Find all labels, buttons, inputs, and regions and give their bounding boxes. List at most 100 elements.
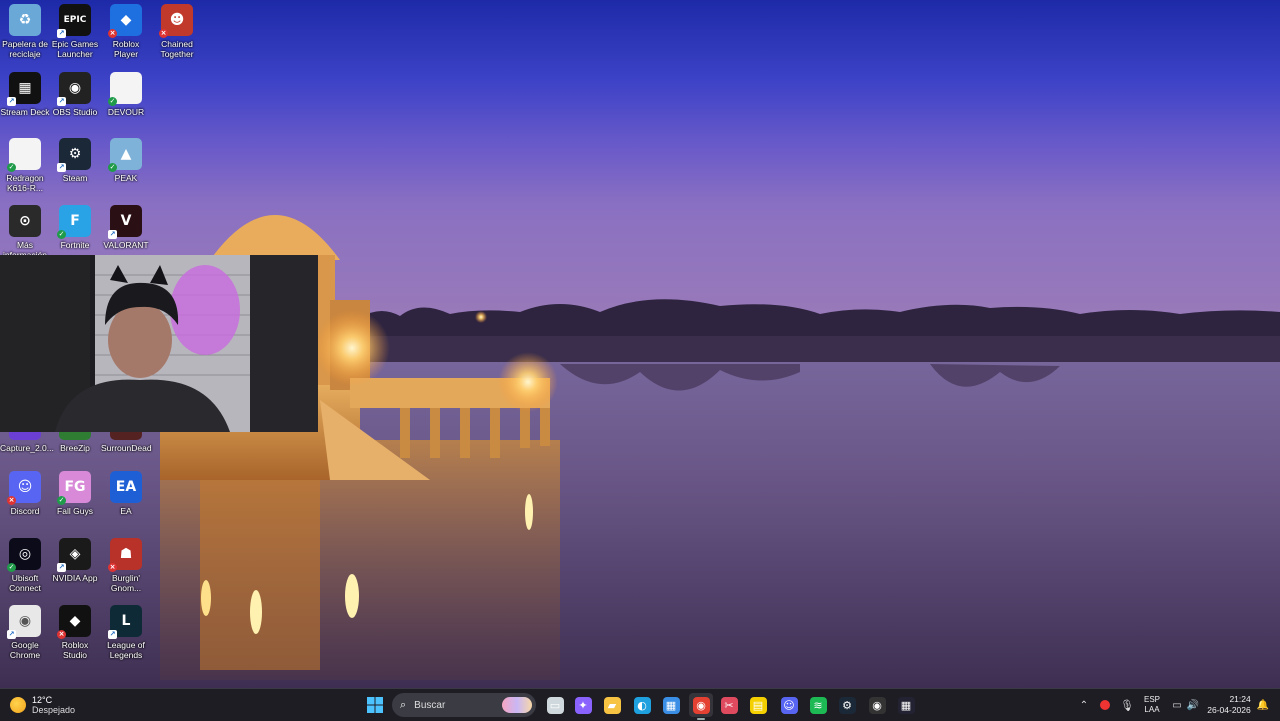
clock-date: 26-04-2026 (1207, 705, 1251, 715)
desktop-icon-google-chrome[interactable]: ◉ ↗ Google Chrome (0, 605, 50, 660)
obs-taskbar-button[interactable]: ◉ (865, 693, 889, 717)
weather-temperature: 12°C (32, 695, 53, 705)
weather-widget[interactable]: 12°C Despejado (10, 692, 75, 718)
desktop-icon-label: Stream Deck (0, 107, 50, 117)
nvidia-app-icon: ◈ ↗ (57, 538, 91, 572)
store-taskbar-button[interactable]: ▦ (659, 693, 683, 717)
discord-taskbar-button[interactable]: ☺ (777, 693, 801, 717)
sticky-notes-icon: ▤ (749, 696, 767, 714)
network-icon[interactable]: ▭ (1170, 693, 1184, 717)
desktop-icon-roblox-studio[interactable]: ◆ × Roblox Studio (50, 605, 100, 660)
desktop-icon-league-of-legends[interactable]: L ↗ League of Legends (101, 605, 151, 660)
task-view-icon: ▭ (546, 696, 564, 714)
discord-icon: ☺ × (7, 471, 41, 505)
search-highlight-icon (502, 697, 532, 713)
shortcut-arrow-icon: ↗ (57, 29, 66, 38)
show-hidden-icons-chevron-icon[interactable]: ⌃ (1076, 693, 1092, 717)
weather-condition: Despejado (32, 705, 76, 715)
league-of-legends-icon: L ↗ (108, 605, 142, 639)
fortnite-icon: F ✓ (57, 205, 91, 239)
language-switcher[interactable]: ESP LAA (1140, 693, 1164, 717)
desktop-icon-label: Roblox Player (112, 39, 140, 59)
desktop-icon-epic-games-launcher[interactable]: EPIC ↗ Epic Games Launcher (50, 4, 100, 59)
desktop-icon-roblox-player[interactable]: ◆ × Roblox Player (101, 4, 151, 59)
chrome-taskbar-button[interactable]: ◉ (689, 693, 713, 720)
desktop-icon-label: Epic Games Launcher (51, 39, 99, 59)
stream-deck-taskbar-button[interactable]: ▦ (894, 693, 918, 717)
desktop-icon-chained-together[interactable]: ☻ × Chained Together (152, 4, 202, 59)
epic-games-launcher-icon: EPIC ↗ (57, 4, 91, 38)
notifications-bell-icon[interactable]: 🔔 (1256, 693, 1270, 717)
steam-taskbar-button[interactable]: ⚙ (835, 693, 859, 717)
shortcut-arrow-icon: ↗ (57, 163, 66, 172)
shortcut-arrow-icon: ↗ (7, 97, 16, 106)
shortcut-arrow-icon: ↗ (7, 630, 16, 639)
desktop-icon-stream-deck[interactable]: ▦ ↗ Stream Deck (0, 72, 50, 117)
peak-icon: ▲ ✓ (108, 138, 142, 172)
sync-ok-icon: ✓ (108, 97, 117, 106)
tray-app-icon[interactable] (1097, 693, 1113, 717)
desktop-icon-fortnite[interactable]: F ✓ Fortnite (50, 205, 100, 250)
desktop-icon-discord[interactable]: ☺ × Discord (0, 471, 50, 516)
shortcut-arrow-icon: ↗ (108, 630, 117, 639)
desktop-icon-label: EA (120, 506, 132, 516)
google-chrome-icon: ◉ ↗ (7, 605, 41, 639)
desktop-icon-ubisoft-connect[interactable]: ◎ ✓ Ubisoft Connect (0, 538, 50, 593)
desktop-icon-label: NVIDIA App (52, 573, 98, 583)
sync-error-icon: × (57, 630, 66, 639)
desktop-icon-devour[interactable]: ✓ DEVOUR (101, 72, 151, 117)
sync-error-icon: × (7, 496, 16, 505)
sync-error-icon: × (159, 29, 168, 38)
desktop-icon-label: DEVOUR (107, 107, 145, 117)
desktop-icon-mas-informacion[interactable]: ⊙Más información (0, 205, 50, 260)
mas-informacion-icon: ⊙ (9, 205, 41, 237)
desktop-icon-valorant[interactable]: V ↗ VALORANT (101, 205, 151, 250)
edge-taskbar-button[interactable]: ◐ (630, 693, 654, 717)
task-view-taskbar-button[interactable]: ▭ (543, 693, 567, 717)
start-button[interactable] (363, 693, 387, 717)
desktop-icon-peak[interactable]: ▲ ✓ PEAK (101, 138, 151, 183)
recycle-bin-icon: ♻ (9, 4, 41, 36)
steam-icon: ⚙ (838, 696, 856, 714)
desktop-icon-steam[interactable]: ⚙ ↗ Steam (50, 138, 100, 183)
chrome-icon: ◉ (692, 696, 710, 714)
obs-icon: ◉ (868, 696, 886, 714)
desktop-icon-ea[interactable]: EA EA (101, 471, 151, 516)
taskbar: 12°C Despejado ⌕ Buscar ▭ ✦ ▰ ◐ ▦ ◉ ✂ ▤ ☺ ≋ ⚙ ◉ ▦ ⌃ … (0, 688, 1280, 721)
shortcut-arrow-icon: ↗ (57, 97, 66, 106)
desktop-icon-label: Burglin' Gnom... (110, 573, 142, 593)
desktop-icon-label: SurrounDead (101, 443, 152, 453)
volume-icon[interactable]: 🔊 (1186, 693, 1200, 717)
stream-deck-icon: ▦ (897, 696, 915, 714)
steam-icon: ⚙ ↗ (57, 138, 91, 172)
desktop-icon-recycle-bin[interactable]: ♻ Papelera de reciclaje (0, 4, 50, 59)
shortcut-arrow-icon: ↗ (108, 230, 117, 239)
language-code: ESP (1143, 695, 1160, 704)
copilot-taskbar-button[interactable]: ✦ (571, 693, 595, 717)
sticky-notes-taskbar-button[interactable]: ▤ (746, 693, 770, 717)
desktop-icon-burglin-gnomes[interactable]: ☗ × Burglin' Gnom... (101, 538, 151, 593)
ubisoft-connect-icon: ◎ ✓ (7, 538, 41, 572)
roblox-player-icon: ◆ × (108, 4, 142, 38)
desktop-icon-obs-studio[interactable]: ◉ ↗ OBS Studio (50, 72, 100, 117)
spotify-icon: ≋ (809, 696, 827, 714)
desktop-icon-label: Redragon K616-R... (6, 173, 44, 193)
file-explorer-icon: ▰ (603, 696, 621, 714)
copilot-icon: ✦ (574, 696, 592, 714)
sync-ok-icon: ✓ (7, 563, 16, 572)
desktop-icon-nvidia-app[interactable]: ◈ ↗ NVIDIA App (50, 538, 100, 583)
spotify-taskbar-button[interactable]: ≋ (806, 693, 830, 717)
store-icon: ▦ (662, 696, 680, 714)
chained-together-icon: ☻ × (159, 4, 193, 38)
desktop-icon-label: Google Chrome (9, 640, 41, 660)
microphone-icon[interactable]: 🎙 (1119, 693, 1135, 717)
desktop-icon-fall-guys[interactable]: FG ✓ Fall Guys (50, 471, 100, 516)
desktop-icon-redragon[interactable]: ✓ Redragon K616-R... (0, 138, 50, 193)
clock-time: 21:24 (1229, 694, 1251, 704)
file-explorer-taskbar-button[interactable]: ▰ (600, 693, 624, 717)
system-clock[interactable]: 21:24 26-04-2026 (1206, 693, 1252, 717)
taskbar-search-box[interactable]: ⌕ Buscar (392, 693, 536, 717)
desktop-icon-label: VALORANT (103, 240, 149, 250)
snipping-tool-taskbar-button[interactable]: ✂ (717, 693, 741, 717)
keyboard-layout: LAA (1144, 705, 1160, 714)
